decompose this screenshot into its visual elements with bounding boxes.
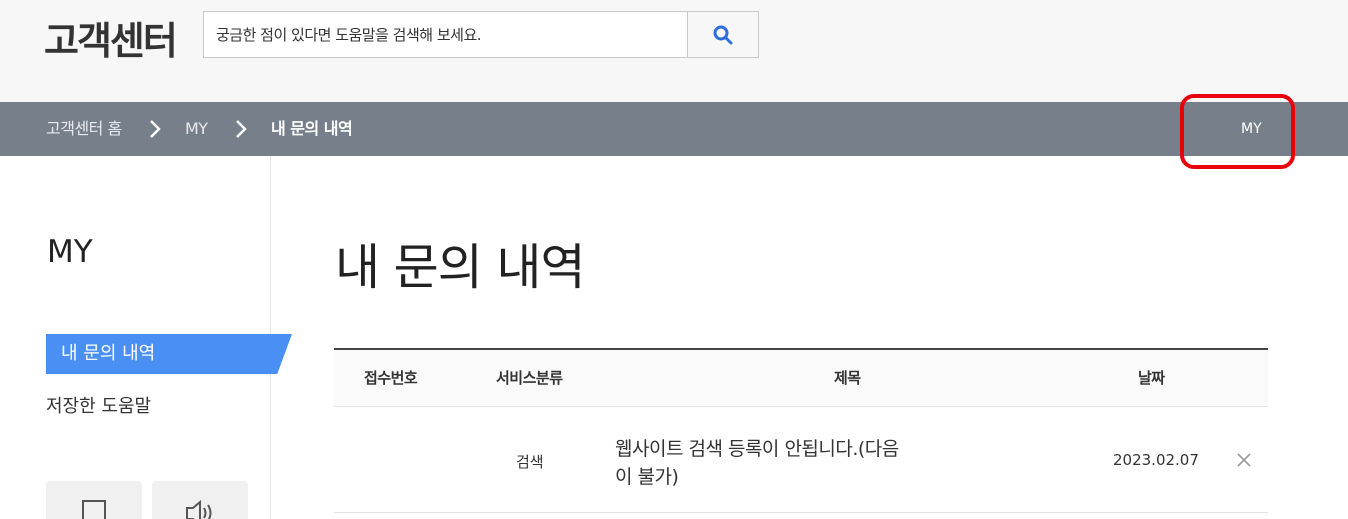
sidebar-card-announce[interactable] <box>152 481 248 519</box>
search-button[interactable] <box>687 12 758 57</box>
column-header-date: 날짜 <box>1138 369 1165 387</box>
sidebar-item-my-inquiries[interactable]: 내 문의 내역 <box>46 334 292 374</box>
inquiry-table: 접수번호 서비스분류 제목 날짜 검색 웹사이트 검색 등록이 안됩니다.(다음… <box>334 348 1268 513</box>
page-title: 내 문의 내역 <box>335 239 586 296</box>
table-header: 접수번호 서비스분류 제목 날짜 <box>334 348 1268 407</box>
search-input[interactable] <box>204 12 688 57</box>
document-icon <box>82 500 106 519</box>
column-header-id: 접수번호 <box>364 369 418 387</box>
chevron-right-icon <box>150 120 161 138</box>
logo[interactable]: 고객센터 <box>44 10 178 65</box>
breadcrumb-current: 내 문의 내역 <box>271 119 353 138</box>
column-header-service: 서비스분류 <box>496 369 563 387</box>
sidebar-title: MY <box>47 234 93 270</box>
column-header-title: 제목 <box>834 369 861 387</box>
table-row[interactable]: 검색 웹사이트 검색 등록이 안됩니다.(다음이 불가) 2023.02.07 <box>334 407 1268 513</box>
breadcrumb-my[interactable]: MY <box>185 102 208 156</box>
sidebar-card-notice[interactable] <box>46 481 142 519</box>
my-link[interactable]: MY <box>1241 102 1262 156</box>
breadcrumb-home[interactable]: 고객센터 홈 <box>46 102 122 156</box>
cell-service: 검색 <box>516 453 544 471</box>
speaker-icon <box>186 499 212 519</box>
chevron-right-icon <box>236 120 247 138</box>
breadcrumb: 고객센터 홈 MY 내 문의 내역 MY <box>0 102 1348 156</box>
header: 고객센터 <box>0 0 1348 102</box>
cell-title[interactable]: 웹사이트 검색 등록이 안됩니다.(다음이 불가) <box>615 435 915 491</box>
close-icon[interactable] <box>1235 451 1253 469</box>
search-icon <box>713 25 733 44</box>
cell-date: 2023.02.07 <box>1113 451 1199 469</box>
search-box <box>203 11 759 58</box>
sidebar-item-saved-help[interactable]: 저장한 도움말 <box>46 392 151 418</box>
